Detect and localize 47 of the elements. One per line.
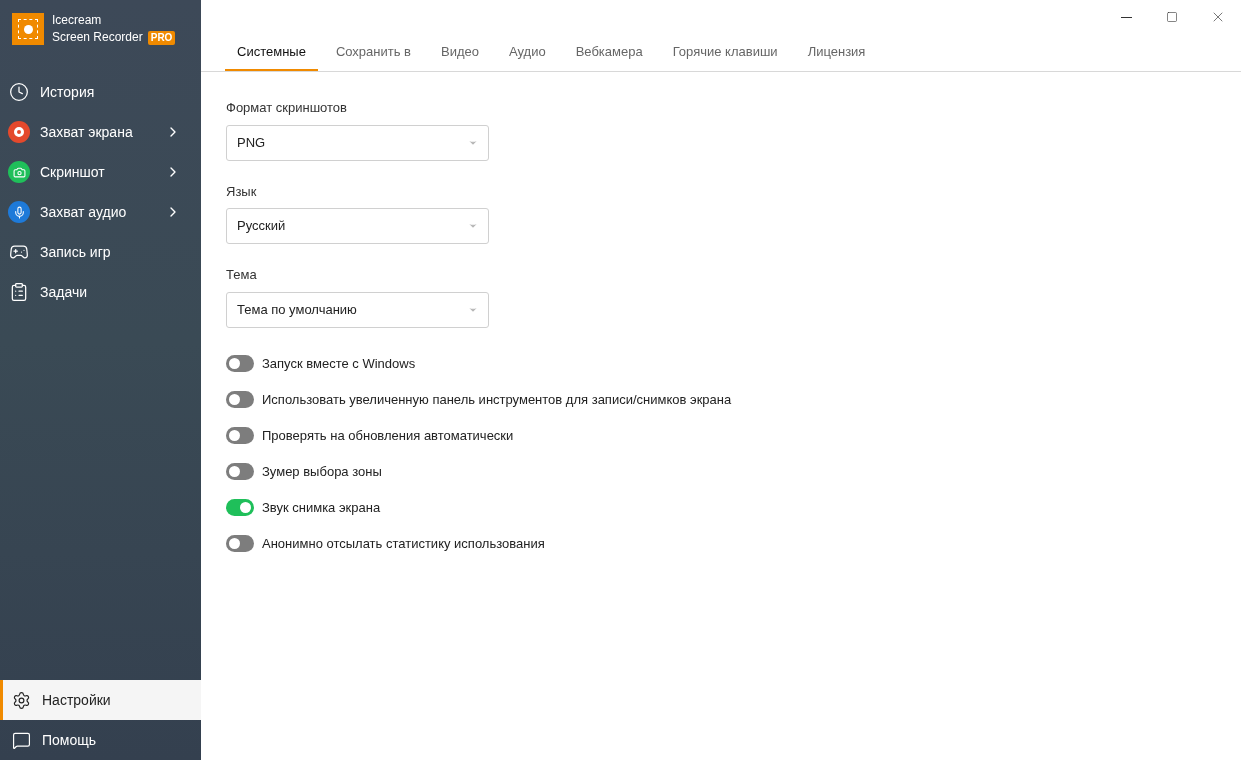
app-name: Icecream xyxy=(52,12,103,29)
toggle-label: Зумер выбора зоны xyxy=(262,462,382,481)
toggle-label: Анонимно отсылать статистику использования xyxy=(262,534,545,553)
dropdown[interactable]: PNG xyxy=(226,124,489,161)
sidebar-item[interactable]: Помощь xyxy=(0,720,201,760)
record-icon xyxy=(8,121,30,143)
sidebar-item[interactable]: Захват аудио xyxy=(0,192,201,232)
toggle-label: Запуск вместе с Windows xyxy=(262,354,416,373)
sidebar-item[interactable]: Настройки xyxy=(0,680,201,720)
dropdown[interactable]: Русский xyxy=(226,208,489,244)
toggle-label: Звук снимка экрана xyxy=(262,498,381,517)
dropdown[interactable]: Тема по умолчанию xyxy=(226,291,489,328)
sidebar-item[interactable]: История xyxy=(0,72,201,112)
pro-badge: PRO xyxy=(147,30,176,45)
sidebar-item[interactable]: Запись игр xyxy=(0,232,201,272)
settings-icon xyxy=(11,690,31,710)
clipboard-icon xyxy=(9,282,29,302)
tab[interactable]: Видео xyxy=(429,34,491,71)
app-name: Screen Recorder xyxy=(52,29,143,46)
toggle-label: Проверять на обновления автоматически xyxy=(262,426,514,445)
toggle-switch[interactable] xyxy=(226,499,254,516)
field-label: Язык xyxy=(226,182,258,201)
toggle-switch[interactable] xyxy=(226,535,254,552)
sidebar-item[interactable]: Задачи xyxy=(0,272,201,312)
toggle-switch[interactable] xyxy=(226,463,254,480)
clock-icon xyxy=(9,82,29,102)
field-label: Тема xyxy=(226,266,258,284)
toggle-switch[interactable] xyxy=(226,355,254,372)
microphone-icon xyxy=(8,201,30,223)
toggle-label: Использовать увеличенную панель инструментов для записи/снимков экрана xyxy=(262,390,732,409)
sidebar-item[interactable]: Захват экрана xyxy=(0,112,201,152)
toggle-switch[interactable] xyxy=(226,427,254,444)
caret-icon xyxy=(468,221,478,231)
maximize-icon xyxy=(1166,11,1178,23)
minimize-icon xyxy=(1120,16,1132,18)
app-logo-icon xyxy=(12,13,44,45)
tab[interactable]: Вебкамера xyxy=(563,34,655,71)
field-label: Формат скриншотов xyxy=(226,99,348,117)
tab[interactable]: Аудио xyxy=(497,34,558,71)
sidebar-item[interactable]: Скриншот xyxy=(0,152,201,192)
help-icon xyxy=(11,730,31,750)
tab[interactable]: Сохранить в xyxy=(323,34,423,71)
camera-icon xyxy=(8,161,30,183)
tab[interactable]: Лицензия xyxy=(795,34,878,71)
tab[interactable]: Системные xyxy=(225,34,318,71)
tab[interactable]: Горячие клавиши xyxy=(660,34,790,71)
toggle-switch[interactable] xyxy=(226,391,254,408)
